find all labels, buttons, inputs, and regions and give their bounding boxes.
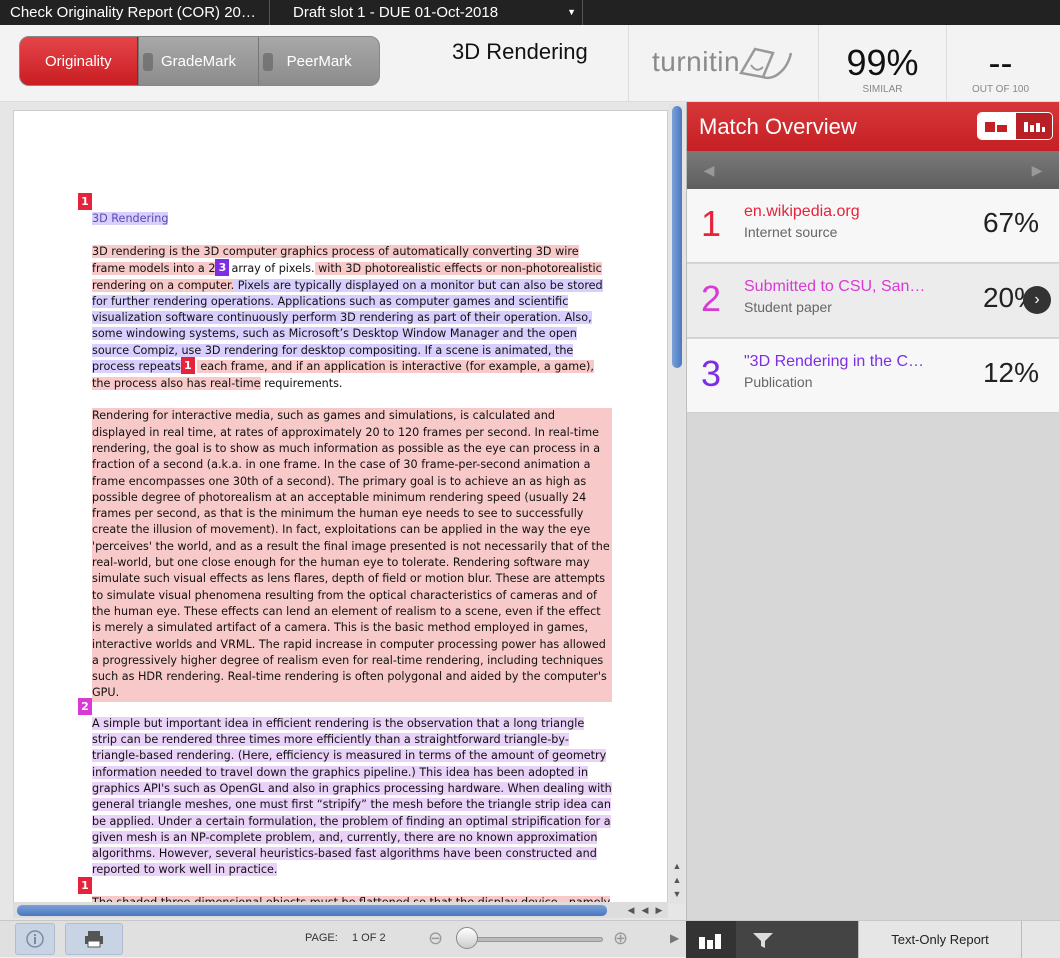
- paragraph-2[interactable]: Rendering for interactive media, such as…: [92, 408, 612, 702]
- unmatched-text: requirements.: [260, 377, 343, 391]
- header: Originality GradeMark PeerMark 3D Render…: [0, 25, 1060, 102]
- next-match-icon[interactable]: ▶: [1019, 151, 1055, 189]
- match-percent: 12%: [982, 357, 1039, 388]
- match-source[interactable]: Submitted to CSU, San…: [744, 278, 954, 296]
- assignment-select-label: Draft slot 1 - DUE 01-Oct-2018: [293, 4, 499, 21]
- bar-chart-icon: [1023, 122, 1045, 132]
- match-overview-panel: Match Overview ◀ ▶ 1 en.wikipedia.org In…: [686, 102, 1060, 920]
- mode-originality[interactable]: Originality: [20, 37, 138, 85]
- tab-report-label: Check Originality Report (COR) 20…: [10, 4, 256, 21]
- scroll-down-arrow-icon[interactable]: ▼: [671, 888, 683, 900]
- vertical-scroll-thumb[interactable]: [672, 106, 682, 368]
- toolbar-spacer: [1022, 921, 1060, 958]
- overview-view-button[interactable]: [978, 113, 1015, 139]
- filter-button[interactable]: [738, 921, 788, 958]
- page-value[interactable]: 1 OF 2: [352, 932, 386, 944]
- scroll-first-arrow-icon[interactable]: ◀: [625, 904, 637, 916]
- print-icon: [85, 931, 103, 948]
- paragraph-1: 3D rendering is the 3D computer graphics…: [92, 244, 612, 392]
- scroll-right-arrow-icon[interactable]: ▶: [653, 904, 665, 916]
- match-source[interactable]: en.wikipedia.org: [744, 203, 954, 221]
- chevron-right-icon[interactable]: ›: [1023, 286, 1051, 314]
- zoom-slider-handle[interactable]: [456, 927, 478, 949]
- match-overview-title: Match Overview: [699, 114, 857, 139]
- divider: [628, 25, 629, 102]
- filter-icon: [753, 932, 773, 948]
- zoom-in-icon[interactable]: ⊕: [613, 928, 628, 949]
- document-title: 3D Rendering: [452, 39, 588, 64]
- match-type: Internet source: [744, 224, 838, 240]
- grade-score[interactable]: --: [948, 42, 1053, 84]
- highlight-match-1[interactable]: real-time: [206, 377, 261, 391]
- scroll-top-arrow-icon[interactable]: ▲: [671, 860, 683, 872]
- match-percent: 67%: [982, 207, 1039, 238]
- match-item-3[interactable]: 3 "3D Rendering in the C… Publication 12…: [687, 339, 1059, 413]
- highlight-match-3[interactable]: Pixels are typically displayed on a moni…: [92, 278, 603, 374]
- match-overview-tab[interactable]: [686, 921, 736, 958]
- info-button[interactable]: [15, 923, 55, 955]
- document-viewer: 1 3D Rendering 3D rendering is the 3D co…: [0, 102, 686, 920]
- mode-originality-label: Originality: [44, 52, 112, 70]
- zoom-slider[interactable]: [458, 937, 603, 942]
- match-number: 3: [701, 353, 722, 394]
- match-item-1[interactable]: 1 en.wikipedia.org Internet source 67%: [687, 189, 1059, 263]
- zoom-out-icon[interactable]: ⊖: [428, 928, 443, 949]
- similarity-label: SIMILAR: [862, 84, 903, 95]
- bar-chart-icon: [699, 933, 721, 949]
- dropdown-arrow-icon: ▼: [567, 7, 576, 17]
- match-source[interactable]: "3D Rendering in the C…: [744, 353, 954, 371]
- divider: [818, 25, 819, 102]
- match-marker-2[interactable]: 2: [78, 697, 92, 715]
- top-bar: Check Originality Report (COR) 20… Draft…: [0, 0, 1060, 25]
- turnitin-logo-icon: [739, 47, 793, 80]
- scroll-left-arrow-icon[interactable]: ◀: [639, 904, 651, 916]
- match-marker-1[interactable]: 1: [78, 193, 92, 210]
- horizontal-scroll-thumb[interactable]: [17, 905, 607, 916]
- match-marker-1[interactable]: 1: [78, 876, 92, 894]
- grip-icon: [263, 53, 274, 71]
- match-marker-3[interactable]: 3: [215, 258, 230, 276]
- match-number: 2: [701, 278, 722, 319]
- mode-peermark-label: PeerMark: [286, 52, 352, 70]
- text-only-report-button[interactable]: Text-Only Report: [858, 921, 1022, 958]
- paper-text: 1 3D Rendering 3D rendering is the 3D co…: [78, 193, 612, 904]
- scroll-up-arrow-icon[interactable]: ▲: [671, 874, 683, 886]
- assignment-select[interactable]: Draft slot 1 - DUE 01-Oct-2018 ▼: [283, 0, 583, 25]
- heading-paragraph: 1 3D Rendering: [78, 193, 612, 227]
- grade-label: OUT OF 100: [971, 84, 1030, 95]
- tab-report[interactable]: Check Originality Report (COR) 20…: [0, 0, 270, 25]
- grip-icon: [142, 53, 153, 71]
- bottom-toolbar: PAGE: 1 OF 2 ⊖ ⊕ ▶ Text-Only Report: [0, 920, 1060, 958]
- view-toggle: [977, 112, 1053, 140]
- breakdown-view-button[interactable]: [1014, 113, 1052, 139]
- turnitin-logo: turnitin: [652, 46, 741, 77]
- unmatched-text: array of pixels.: [231, 261, 315, 275]
- document-page: 1 3D Rendering 3D rendering is the 3D co…: [13, 110, 668, 905]
- vertical-scrollbar[interactable]: ▲ ▲ ▼: [669, 104, 685, 904]
- blocks-icon: [985, 122, 1008, 132]
- match-item-2[interactable]: 2 Submitted to CSU, San… Student paper 2…: [687, 264, 1059, 338]
- collapse-panel-icon[interactable]: ▶: [670, 931, 679, 945]
- mode-grademark[interactable]: GradeMark: [137, 37, 259, 85]
- paper-heading[interactable]: 3D Rendering: [92, 212, 169, 225]
- match-type: Publication: [744, 374, 813, 390]
- print-button[interactable]: [65, 923, 123, 955]
- match-nav-bar: ◀ ▶: [687, 151, 1059, 189]
- paragraph-3: 2 A simple but important idea in efficie…: [78, 697, 612, 879]
- mode-peermark[interactable]: PeerMark: [258, 37, 379, 85]
- match-overview-header: Match Overview: [687, 102, 1059, 151]
- mode-switcher: Originality GradeMark PeerMark: [19, 36, 380, 86]
- info-icon: [26, 930, 44, 948]
- horizontal-scrollbar[interactable]: ◀ ◀ ▶: [13, 902, 668, 918]
- mode-grademark-label: GradeMark: [160, 52, 237, 70]
- highlight-match-2[interactable]: A simple but important idea in efficient…: [92, 716, 612, 877]
- page-label: PAGE:: [305, 932, 338, 944]
- match-marker-1[interactable]: 1: [180, 357, 195, 375]
- panel-tools: Text-Only Report: [686, 921, 1060, 958]
- match-number: 1: [701, 203, 722, 244]
- prev-match-icon[interactable]: ◀: [691, 151, 727, 189]
- similarity-score[interactable]: 99%: [820, 42, 945, 84]
- divider: [946, 25, 947, 102]
- match-type: Student paper: [744, 299, 832, 315]
